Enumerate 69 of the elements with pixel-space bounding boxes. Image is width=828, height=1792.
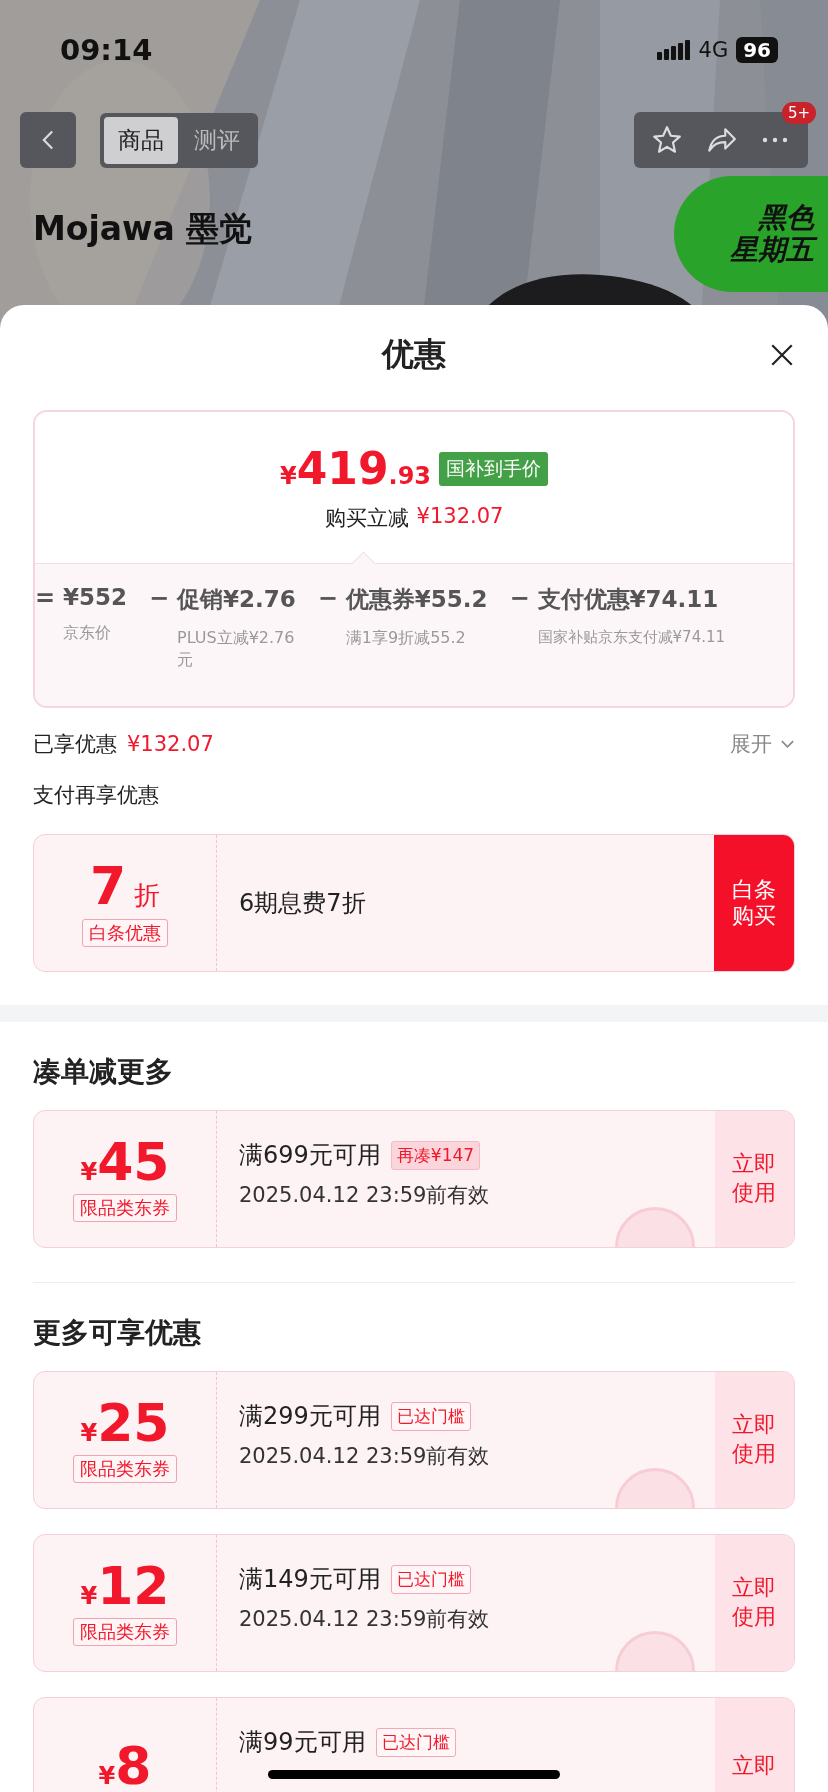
- signal-icon: [656, 40, 691, 60]
- enjoyed-amount: ¥132.07: [127, 732, 214, 756]
- coupon-expiry: 2025.04.12 23:59前有效: [239, 1606, 491, 1633]
- promo-badge: 黑色 星期五: [674, 176, 828, 292]
- coupon-amount: 12: [97, 1560, 170, 1612]
- use-now-button[interactable]: 立即使用: [715, 1111, 794, 1247]
- back-button[interactable]: [20, 112, 76, 168]
- offer-tag: 白条优惠: [82, 918, 168, 947]
- network-label: 4G: [698, 38, 729, 62]
- final-price: ¥419.93: [279, 443, 432, 494]
- threshold-tag: 再凑¥147: [390, 1140, 481, 1170]
- expand-button[interactable]: 展开: [730, 730, 795, 758]
- section-heading: 更多可享优惠: [33, 1315, 202, 1351]
- operator-sign: −: [149, 584, 165, 614]
- coupon-expiry: 2025.04.12 23:59前有效: [239, 1182, 491, 1209]
- notification-badge: 5+: [781, 102, 816, 124]
- breakdown-amount: 支付优惠¥74.11: [537, 585, 720, 614]
- operator-sign: −: [509, 584, 526, 614]
- coupon-amount: 8: [115, 1740, 152, 1792]
- coupon-amount: 45: [97, 1136, 170, 1188]
- tab[interactable]: 商品: [104, 116, 178, 164]
- breakdown-note: PLUS立减¥2.76元: [177, 627, 296, 672]
- discount-unit: 折: [134, 878, 161, 912]
- currency-sign: ¥: [98, 1762, 116, 1790]
- currency-sign: ¥: [80, 1419, 98, 1447]
- currency-sign: ¥: [80, 1582, 98, 1610]
- buy-button[interactable]: 白条购买: [714, 835, 794, 971]
- saving-label: 购买立减: [324, 505, 409, 532]
- tab[interactable]: 测评: [180, 116, 254, 164]
- coupon-condition: 满149元可用: [239, 1564, 381, 1595]
- use-now-button[interactable]: 立即使用: [715, 1372, 794, 1508]
- back-icon: [41, 128, 55, 152]
- brand-logo: Mojawa 墨觉: [33, 208, 253, 250]
- threshold-tag: 已达门槛: [390, 1564, 471, 1594]
- coupon-expiry: 2025.04.12 23:59前有效: [239, 1443, 491, 1470]
- coupon-condition: 满99元可用: [239, 1727, 366, 1758]
- coupon-type-tag: 限品类东券: [73, 1455, 177, 1483]
- breakdown-note: 满1享9折减55.2: [345, 627, 467, 649]
- enjoyed-label: 已享优惠: [33, 731, 117, 758]
- price-tag: 国补到手价: [439, 451, 549, 486]
- coupon-type-tag: 限品类东券: [73, 1618, 177, 1646]
- discount-value: 7: [89, 859, 127, 912]
- close-icon: [769, 342, 795, 368]
- section-heading: 凑单减更多: [33, 1054, 174, 1090]
- use-now-button[interactable]: 立即使用: [715, 1535, 794, 1671]
- sheet-title: 优惠: [382, 334, 446, 375]
- more-icon: [762, 137, 788, 143]
- breakdown-note: 京东价: [63, 622, 112, 644]
- breakdown-amount: ¥552: [63, 584, 127, 610]
- coupon-condition: 满699元可用: [239, 1140, 381, 1171]
- section-subtitle: 支付再享优惠: [33, 782, 160, 809]
- coupon-condition: 满299元可用: [239, 1401, 381, 1432]
- star-icon: [651, 124, 683, 156]
- offer-text: 6期息费7折: [239, 888, 367, 919]
- operator-sign: =: [35, 584, 51, 614]
- breakdown-note: 国家补贴京东支付减¥74.11: [537, 627, 726, 648]
- chevron-down-icon: [780, 739, 795, 749]
- currency-sign: ¥: [80, 1158, 98, 1186]
- use-now-button[interactable]: 立即: [715, 1698, 794, 1792]
- saving-amount: ¥132.07: [416, 504, 504, 530]
- breakdown-amount: 促销¥2.76: [177, 585, 296, 614]
- status-time: 09:14: [60, 33, 153, 67]
- battery-indicator: 96: [736, 37, 778, 63]
- threshold-tag: 已达门槛: [390, 1401, 471, 1431]
- coupon-type-tag: 限品类东券: [73, 1194, 177, 1222]
- coupon-amount: 25: [97, 1397, 170, 1449]
- threshold-tag: 已达门槛: [375, 1727, 456, 1757]
- breakdown-amount: 优惠券¥55.2: [345, 585, 488, 614]
- operator-sign: −: [317, 584, 334, 614]
